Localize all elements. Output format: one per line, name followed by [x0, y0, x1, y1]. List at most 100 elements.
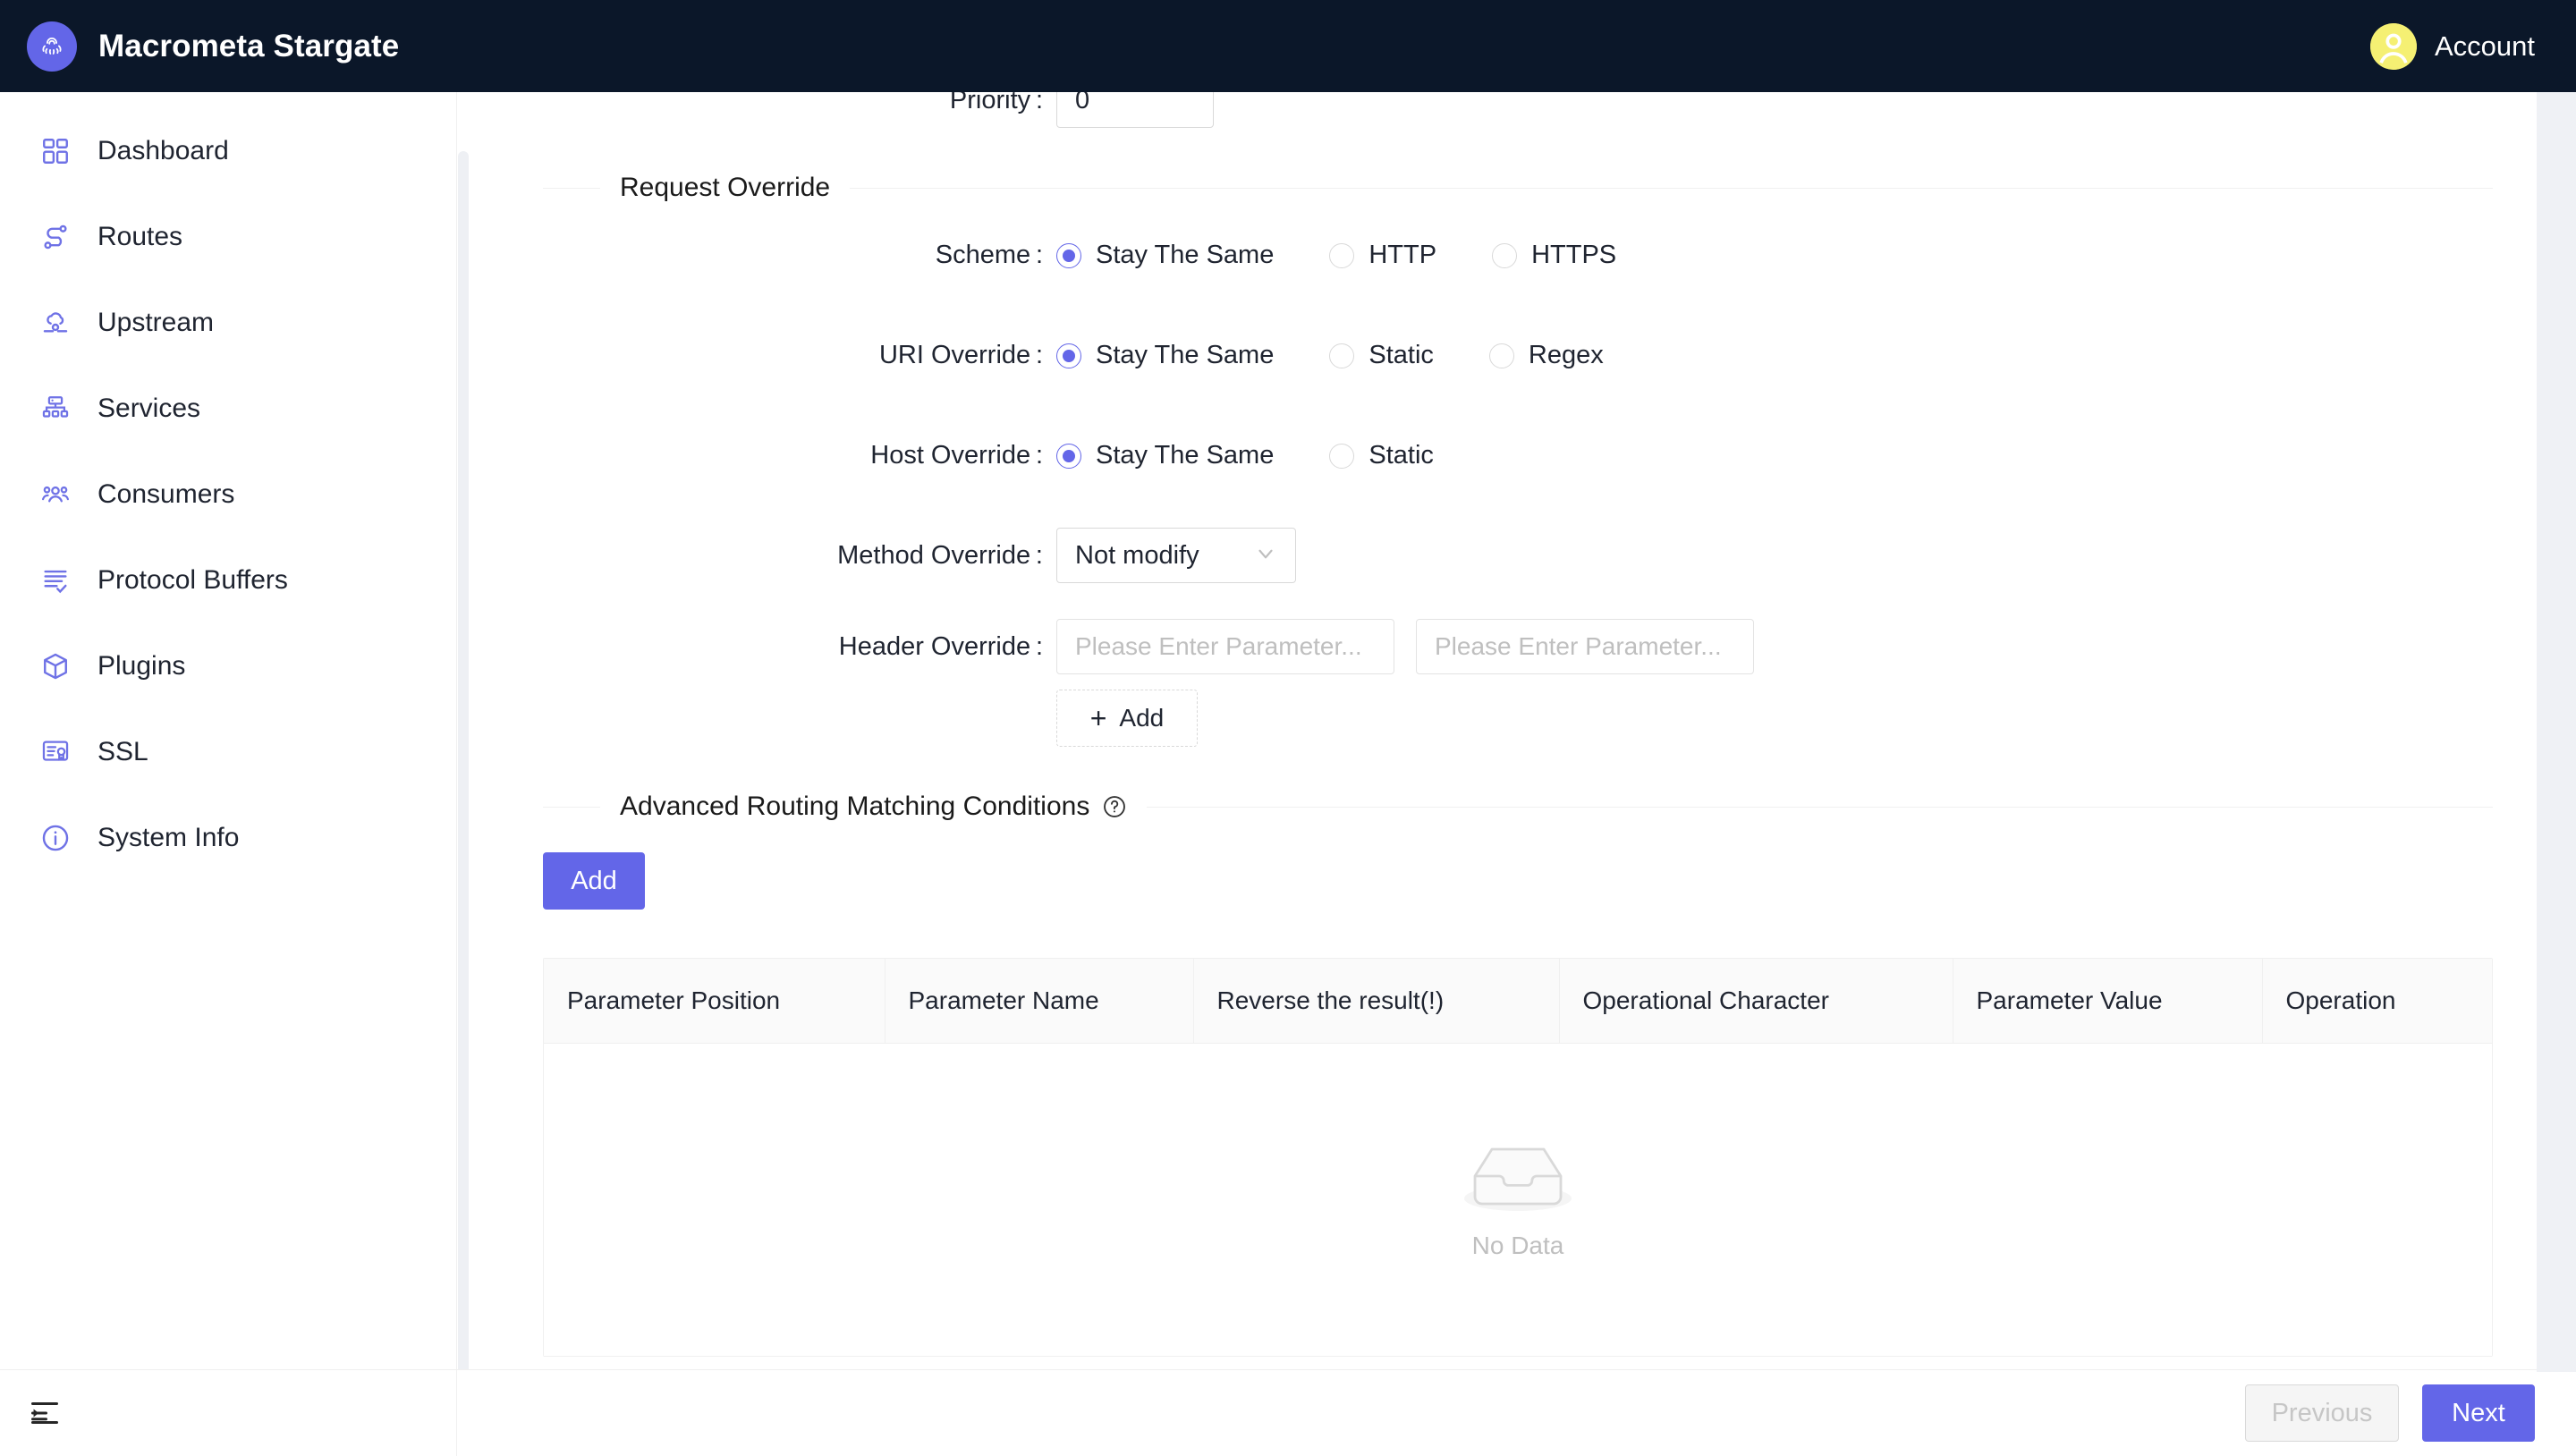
request-override-section-header: Request Override	[543, 173, 2493, 203]
radio-indicator	[1056, 443, 1081, 469]
column-header-reverse-the-result: Reverse the result(!)	[1193, 959, 1560, 1044]
sidebar-item-label: Consumers	[97, 479, 235, 509]
sidebar-item-system-info[interactable]: System Info	[0, 795, 456, 881]
sidebar-footer	[0, 1369, 457, 1456]
sidebar-item-label: Protocol Buffers	[97, 565, 288, 595]
header-override-field-row: Header Override : Please Enter Parameter…	[543, 619, 1754, 674]
column-header-parameter-value: Parameter Value	[1953, 959, 2263, 1044]
empty-state: No Data	[545, 1139, 2491, 1260]
uri-override-option-regex[interactable]: Regex	[1488, 341, 1604, 370]
section-title: Request Override	[620, 173, 831, 202]
conditions-table: Parameter Position Parameter Name Revers…	[543, 958, 2493, 1357]
method-override-select[interactable]: Not modify	[1056, 528, 1296, 583]
octopus-logo-icon	[27, 21, 77, 72]
services-hierarchy-icon	[40, 394, 71, 424]
sidebar-item-consumers[interactable]: Consumers	[0, 452, 456, 538]
sidebar-item-services[interactable]: Services	[0, 366, 456, 452]
empty-inbox-icon	[1461, 1139, 1575, 1217]
host-override-option-stay-the-same[interactable]: Stay The Same	[1056, 441, 1274, 470]
section-divider-right	[850, 187, 2493, 189]
sidebar-item-label: System Info	[97, 823, 240, 852]
chevron-down-icon	[1254, 542, 1277, 570]
radio-indicator	[1488, 343, 1514, 368]
sidebar-item-ssl[interactable]: SSL	[0, 709, 456, 795]
radio-label: Stay The Same	[1096, 341, 1275, 369]
sidebar-item-label: Dashboard	[97, 136, 229, 165]
section-title: Advanced Routing Matching Conditions	[620, 791, 1127, 822]
content-area: Priority : 0 Request Override Scheme : S…	[457, 92, 2576, 1456]
add-header-override-button[interactable]: + Add	[1056, 690, 1198, 747]
consumers-users-icon	[40, 479, 71, 510]
method-override-field-row: Method Override : Not modify	[543, 528, 1296, 583]
grid-dashboard-icon	[40, 136, 71, 166]
host-override-option-static[interactable]: Static	[1329, 441, 1434, 470]
advanced-add-wrap: Add	[543, 852, 2493, 910]
uri-override-option-stay-the-same[interactable]: Stay The Same	[1056, 341, 1274, 370]
section-divider-left	[543, 187, 600, 189]
scrollbar-thumb[interactable]	[458, 151, 469, 1424]
table-header-row: Parameter Position Parameter Name Revers…	[544, 959, 2492, 1044]
next-button[interactable]: Next	[2422, 1384, 2535, 1442]
routes-path-icon	[40, 222, 71, 252]
question-circle-icon[interactable]	[1102, 794, 1127, 819]
scheme-option-https[interactable]: HTTPS	[1492, 241, 1616, 270]
system-info-icon	[40, 823, 71, 853]
form-footer: Previous Next	[457, 1369, 2576, 1456]
sidebar-item-protocol-buffers[interactable]: Protocol Buffers	[0, 538, 456, 623]
protocol-buffers-list-icon	[40, 565, 71, 596]
section-divider-left	[543, 806, 600, 808]
sidebar-nav: Dashboard Routes Upstream Services Consu…	[0, 92, 456, 881]
sidebar-item-routes[interactable]: Routes	[0, 194, 456, 280]
sidebar-item-plugins[interactable]: Plugins	[0, 623, 456, 709]
page-background-right-gutter	[2537, 92, 2576, 1372]
plugins-box-icon	[40, 651, 71, 681]
account-label: Account	[2434, 30, 2535, 62]
radio-label: Static	[1368, 441, 1434, 470]
ssl-certificate-icon	[40, 737, 71, 767]
priority-input[interactable]: 0	[1056, 92, 1214, 128]
radio-label: Stay The Same	[1096, 241, 1275, 269]
column-header-operational-character: Operational Character	[1559, 959, 1953, 1044]
uri-override-option-static[interactable]: Static	[1329, 341, 1434, 370]
scheme-label: Scheme :	[935, 241, 1043, 269]
radio-indicator	[1329, 242, 1355, 268]
app-root: Macrometa Stargate Account Dashboard Rou…	[0, 0, 2576, 1456]
host-override-radio-group: Stay The Same Static	[1056, 441, 1489, 470]
scheme-radio-group: Stay The Same HTTP HTTPS	[1056, 241, 1672, 270]
column-header-parameter-name: Parameter Name	[885, 959, 1194, 1044]
header-override-add-wrap: + Add	[543, 690, 2493, 747]
sidebar-item-label: Upstream	[97, 308, 215, 337]
brand-title: Macrometa Stargate	[98, 28, 400, 63]
header-override-value-input[interactable]: Please Enter Parameter...	[1416, 619, 1754, 674]
method-override-value: Not modify	[1075, 540, 1199, 570]
uri-override-label: URI Override :	[878, 341, 1043, 369]
advanced-routing-title-text: Advanced Routing Matching Conditions	[620, 791, 1090, 821]
scheme-option-stay-the-same[interactable]: Stay The Same	[1056, 241, 1274, 270]
uri-override-field-row: URI Override : Stay The Same Static Rege…	[543, 341, 1659, 370]
plus-icon: +	[1089, 702, 1107, 734]
empty-state-text: No Data	[1471, 1232, 1564, 1259]
form-scroll-area: Priority : 0 Request Override Scheme : S…	[457, 92, 2576, 1424]
radio-label: Static	[1368, 341, 1434, 369]
sidebar: Dashboard Routes Upstream Services Consu…	[0, 92, 457, 1456]
radio-indicator	[1329, 443, 1355, 469]
radio-indicator	[1056, 242, 1081, 268]
brand[interactable]: Macrometa Stargate	[27, 21, 399, 72]
scrollbar-track[interactable]	[457, 92, 470, 1424]
table-empty-row: No Data	[544, 1043, 2492, 1357]
section-divider-right	[1147, 806, 2493, 808]
scheme-option-http[interactable]: HTTP	[1329, 241, 1436, 270]
sidebar-item-label: Plugins	[97, 651, 186, 681]
method-override-label: Method Override :	[837, 540, 1043, 570]
previous-button[interactable]: Previous	[2245, 1384, 2399, 1442]
account-menu[interactable]: Account	[2369, 0, 2535, 92]
column-header-operation: Operation	[2262, 959, 2492, 1044]
sidebar-item-upstream[interactable]: Upstream	[0, 280, 456, 366]
top-bar: Macrometa Stargate Account	[0, 0, 2576, 92]
add-condition-button[interactable]: Add	[543, 852, 645, 910]
sidebar-item-dashboard[interactable]: Dashboard	[0, 108, 456, 194]
header-override-label: Header Override :	[838, 631, 1043, 661]
header-override-name-input[interactable]: Please Enter Parameter...	[1056, 619, 1394, 674]
uri-override-radio-group: Stay The Same Static Regex	[1056, 341, 1659, 370]
menu-collapse-icon[interactable]	[25, 1393, 64, 1433]
